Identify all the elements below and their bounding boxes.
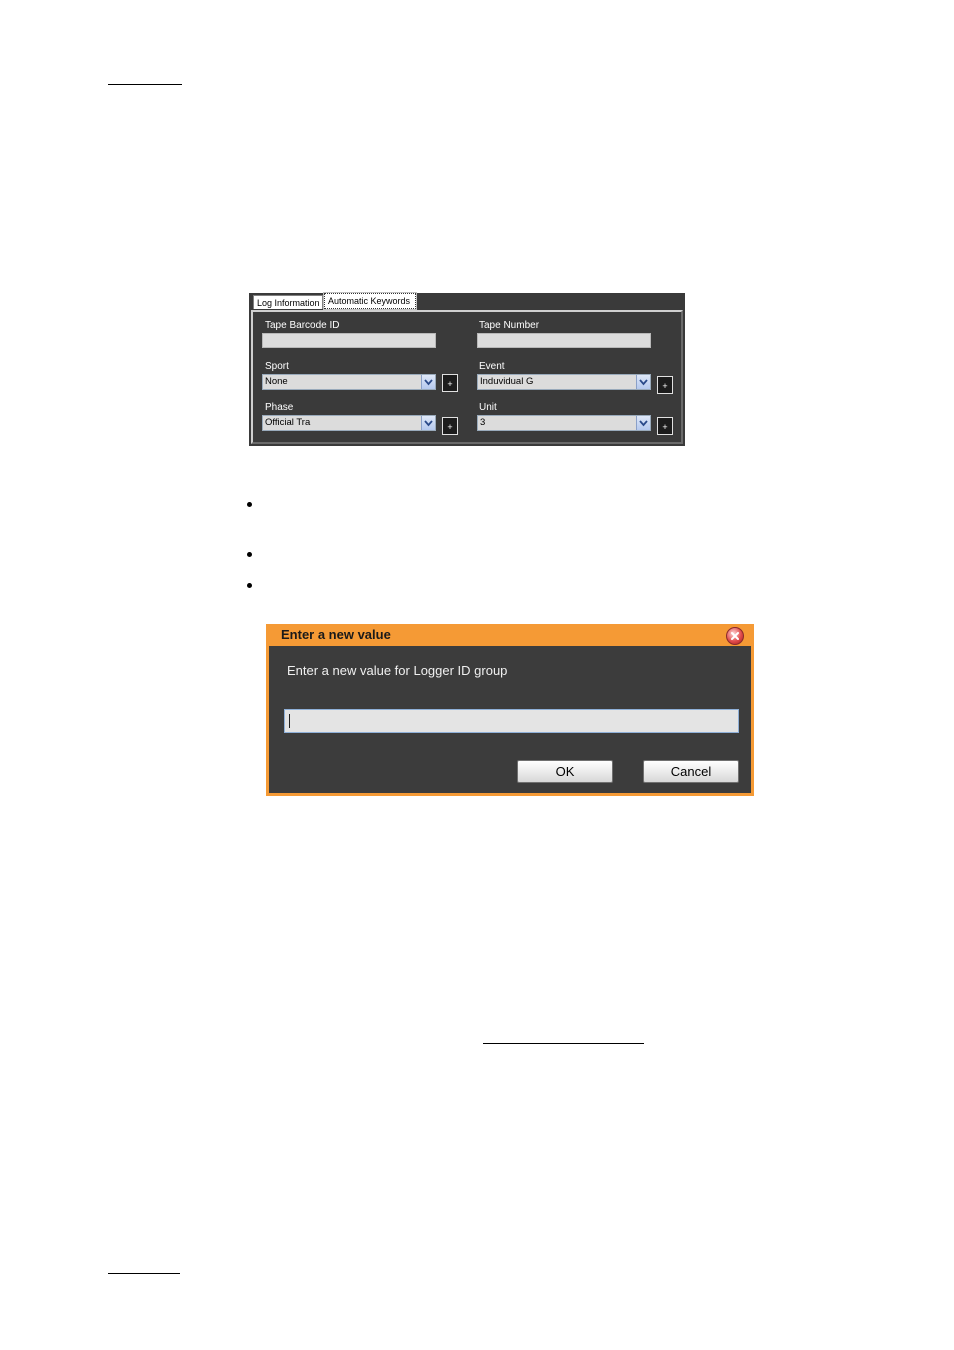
event-dropdown[interactable]: Induvidual G bbox=[477, 374, 651, 390]
close-icon[interactable] bbox=[726, 627, 744, 645]
ok-button[interactable]: OK bbox=[517, 760, 613, 783]
phase-label: Phase bbox=[265, 402, 294, 413]
phase-dropdown[interactable]: Official Tra bbox=[262, 415, 436, 431]
dialog-prompt: Enter a new value for Logger ID group bbox=[287, 663, 508, 678]
text-caret bbox=[289, 714, 290, 728]
cancel-button[interactable]: Cancel bbox=[643, 760, 739, 783]
keywords-tab-content: Tape Barcode ID Tape Number Sport None +… bbox=[251, 310, 683, 444]
add-event-button[interactable]: + bbox=[657, 376, 673, 394]
link-underline bbox=[483, 1043, 644, 1044]
chevron-down-icon[interactable] bbox=[636, 416, 650, 430]
header-rule bbox=[108, 84, 182, 85]
tape-barcode-field[interactable] bbox=[262, 333, 436, 348]
event-value: Induvidual G bbox=[480, 376, 534, 387]
tape-number-field[interactable] bbox=[477, 333, 651, 348]
tab-automatic-keywords[interactable]: Automatic Keywords bbox=[323, 292, 417, 310]
add-phase-button[interactable]: + bbox=[442, 417, 458, 435]
chevron-down-icon[interactable] bbox=[421, 416, 435, 430]
add-unit-button[interactable]: + bbox=[657, 417, 673, 435]
tab-bar: Log Information Automatic Keywords bbox=[249, 292, 685, 310]
sport-value: None bbox=[265, 376, 288, 387]
unit-label: Unit bbox=[479, 402, 497, 413]
automatic-keywords-panel: Log Information Automatic Keywords Tape … bbox=[249, 292, 685, 446]
bullet-point bbox=[247, 552, 252, 557]
chevron-down-icon[interactable] bbox=[421, 375, 435, 389]
add-sport-button[interactable]: + bbox=[442, 374, 458, 392]
tape-barcode-label: Tape Barcode ID bbox=[265, 320, 340, 331]
sport-label: Sport bbox=[265, 361, 289, 372]
unit-dropdown[interactable]: 3 bbox=[477, 415, 651, 431]
tab-log-information[interactable]: Log Information bbox=[253, 295, 323, 309]
footer-rule bbox=[108, 1273, 180, 1274]
phase-value: Official Tra bbox=[265, 417, 311, 428]
event-label: Event bbox=[479, 361, 505, 372]
tape-number-label: Tape Number bbox=[479, 320, 540, 331]
dialog-title: Enter a new value bbox=[281, 627, 391, 642]
enter-new-value-dialog: Enter a new value Enter a new value for … bbox=[266, 624, 754, 796]
unit-value: 3 bbox=[480, 417, 486, 428]
sport-dropdown[interactable]: None bbox=[262, 374, 436, 390]
new-value-input[interactable] bbox=[284, 709, 739, 733]
bullet-point bbox=[247, 583, 252, 588]
bullet-point bbox=[247, 502, 252, 507]
dialog-body: Enter a new value for Logger ID group OK… bbox=[269, 646, 751, 793]
chevron-down-icon[interactable] bbox=[636, 375, 650, 389]
